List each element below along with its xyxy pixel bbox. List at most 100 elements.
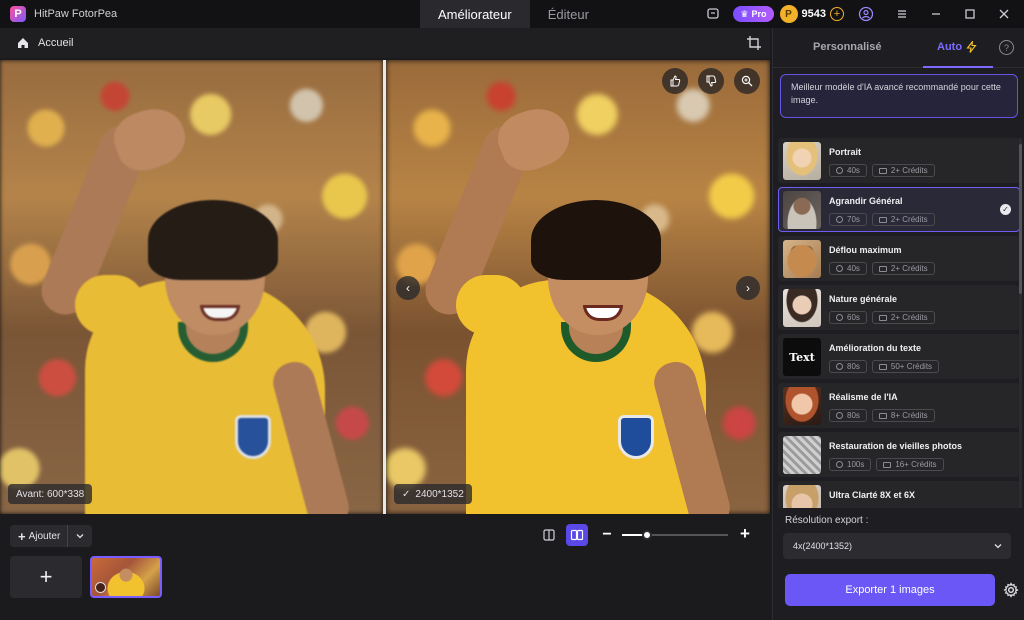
card-icon xyxy=(878,412,887,419)
model-chips: 60s 2+ Crédits xyxy=(829,311,940,324)
model-chips: 100s 16+ Crédits xyxy=(829,458,949,471)
home-icon[interactable] xyxy=(16,36,30,50)
clock-icon xyxy=(836,412,843,419)
breadcrumb-home[interactable]: Accueil xyxy=(38,37,73,49)
thumbs-up-button[interactable] xyxy=(662,68,688,94)
zoom-in-button[interactable] xyxy=(734,68,760,94)
resolution-label: Résolution export : xyxy=(785,515,869,526)
model-time: 80s xyxy=(829,360,867,373)
account-icon[interactable] xyxy=(852,0,880,28)
model-time-text: 100s xyxy=(847,460,865,469)
model-credits: 8+ Crédits xyxy=(871,409,935,422)
thumbs-up-icon xyxy=(670,75,681,87)
maximize-icon[interactable] xyxy=(956,0,984,28)
gear-icon[interactable] xyxy=(1003,582,1019,598)
card-icon xyxy=(878,363,887,370)
model-chips: 80s 50+ Crédits xyxy=(829,360,944,373)
after-image: ✓ 2400*1352 xyxy=(386,60,770,514)
tab-auto-label: Auto xyxy=(937,41,963,53)
zoom-out-button[interactable]: − xyxy=(600,525,614,545)
model-portrait[interactable]: Portrait 40s 2+ Crédits xyxy=(778,138,1020,183)
model-name: Déflou maximum xyxy=(829,245,902,255)
split-view-icon xyxy=(543,529,555,541)
model-ultra-clarte[interactable]: Ultra Clarté 8X et 6X xyxy=(778,481,1020,508)
thumbs-down-button[interactable] xyxy=(698,68,724,94)
model-thumbnail xyxy=(783,289,821,327)
panel-tabs: Personnalisé Auto ? xyxy=(773,28,1024,68)
model-credits: 2+ Crédits xyxy=(871,311,935,324)
model-credits-text: 2+ Crédits xyxy=(890,166,928,175)
zoom-slider[interactable] xyxy=(622,530,728,540)
chevron-down-icon xyxy=(76,534,84,539)
model-time-text: 60s xyxy=(847,313,860,322)
resolution-value: 4x(2400*1352) xyxy=(793,541,853,551)
card-icon xyxy=(883,461,892,468)
before-photo xyxy=(0,60,383,514)
split-view-button[interactable] xyxy=(538,524,560,546)
model-realisme-ia[interactable]: Réalisme de l'IA 80s 8+ Crédits xyxy=(778,383,1020,428)
crop-icon[interactable] xyxy=(746,35,762,51)
app-logo: P xyxy=(10,6,26,22)
model-time: 100s xyxy=(829,458,872,471)
model-name: Agrandir Général xyxy=(829,196,903,206)
before-size-label: Avant: 600*338 xyxy=(8,484,93,504)
close-icon[interactable] xyxy=(990,0,1018,28)
add-credits-button[interactable]: + xyxy=(830,7,844,21)
tab-editeur[interactable]: Éditeur xyxy=(530,0,607,28)
prev-image-button[interactable]: ‹ xyxy=(396,276,420,300)
add-button-group: + Ajouter xyxy=(10,525,92,547)
bottom-toolbar: + Ajouter + − + xyxy=(0,514,770,620)
help-icon[interactable]: ? xyxy=(999,40,1014,55)
model-deflou-maximum[interactable]: Déflou maximum 40s 2+ Crédits xyxy=(778,236,1020,281)
chat-icon[interactable] xyxy=(699,0,727,28)
pro-badge[interactable]: ♛ Pro xyxy=(733,6,774,22)
zoom-in-button-bottom[interactable]: + xyxy=(737,524,753,544)
app-name: HitPaw FotorPea xyxy=(34,8,118,20)
coin-icon: P xyxy=(779,5,798,23)
add-dropdown-button[interactable] xyxy=(68,525,92,547)
export-button[interactable]: Exporter 1 images xyxy=(785,574,995,606)
menu-icon[interactable] xyxy=(888,0,916,28)
model-credits: 2+ Crédits xyxy=(871,164,935,177)
after-size-text: 2400*1352 xyxy=(415,488,464,500)
model-time-text: 40s xyxy=(847,166,860,175)
clock-icon xyxy=(836,314,843,321)
resolution-select[interactable]: 4x(2400*1352) xyxy=(783,533,1011,559)
view-mode-switch xyxy=(538,524,594,546)
tab-auto[interactable]: Auto xyxy=(937,41,977,53)
model-chips: 80s 8+ Crédits xyxy=(829,409,940,422)
model-thumbnail xyxy=(783,191,821,229)
add-image-tile[interactable]: + xyxy=(10,556,82,598)
clock-icon xyxy=(836,363,843,370)
recommendation-box: Meilleur modèle d'IA avancé recommandé p… xyxy=(780,74,1018,118)
title-bar: P HitPaw FotorPea Améliorateur Éditeur ♛… xyxy=(0,0,1024,28)
model-restauration-photos[interactable]: Restauration de vieilles photos 100s 16+… xyxy=(778,432,1020,477)
model-time: 80s xyxy=(829,409,867,422)
model-time: 40s xyxy=(829,164,867,177)
add-label: Ajouter xyxy=(28,530,61,542)
model-time-text: 80s xyxy=(847,411,860,420)
image-thumbnail[interactable] xyxy=(90,556,162,598)
model-credits: 50+ Crédits xyxy=(871,360,940,373)
tab-personnalise[interactable]: Personnalisé xyxy=(813,41,881,53)
pro-label: Pro xyxy=(751,9,767,19)
card-icon xyxy=(878,167,887,174)
add-button[interactable]: + Ajouter xyxy=(10,525,68,547)
next-image-button[interactable]: › xyxy=(736,276,760,300)
side-by-side-view-button[interactable] xyxy=(566,524,588,546)
model-agrandir-general[interactable]: Agrandir Général 70s 2+ Crédits ✓ xyxy=(778,187,1020,232)
tab-ameliorateur[interactable]: Améliorateur xyxy=(420,0,530,28)
zoom-slider-handle[interactable] xyxy=(642,530,653,540)
model-thumbnail xyxy=(783,240,821,278)
model-list-scroll-thumb[interactable] xyxy=(1019,144,1022,294)
enhance-panel: Personnalisé Auto ? Meilleur modèle d'IA… xyxy=(772,28,1024,620)
after-size-label: ✓ 2400*1352 xyxy=(394,484,472,504)
model-amelioration-texte[interactable]: Text Amélioration du texte 80s 50+ Crédi… xyxy=(778,334,1020,379)
model-name: Ultra Clarté 8X et 6X xyxy=(829,490,916,500)
model-credits: 2+ Crédits xyxy=(871,213,935,226)
model-nature-generale[interactable]: Nature générale 60s 2+ Crédits xyxy=(778,285,1020,330)
minimize-icon[interactable] xyxy=(922,0,950,28)
model-credits: 16+ Crédits xyxy=(876,458,944,471)
model-credits-text: 2+ Crédits xyxy=(890,264,928,273)
compare-view[interactable]: Avant: 600*338 ✓ 2400*1352 ‹ › xyxy=(0,60,770,514)
